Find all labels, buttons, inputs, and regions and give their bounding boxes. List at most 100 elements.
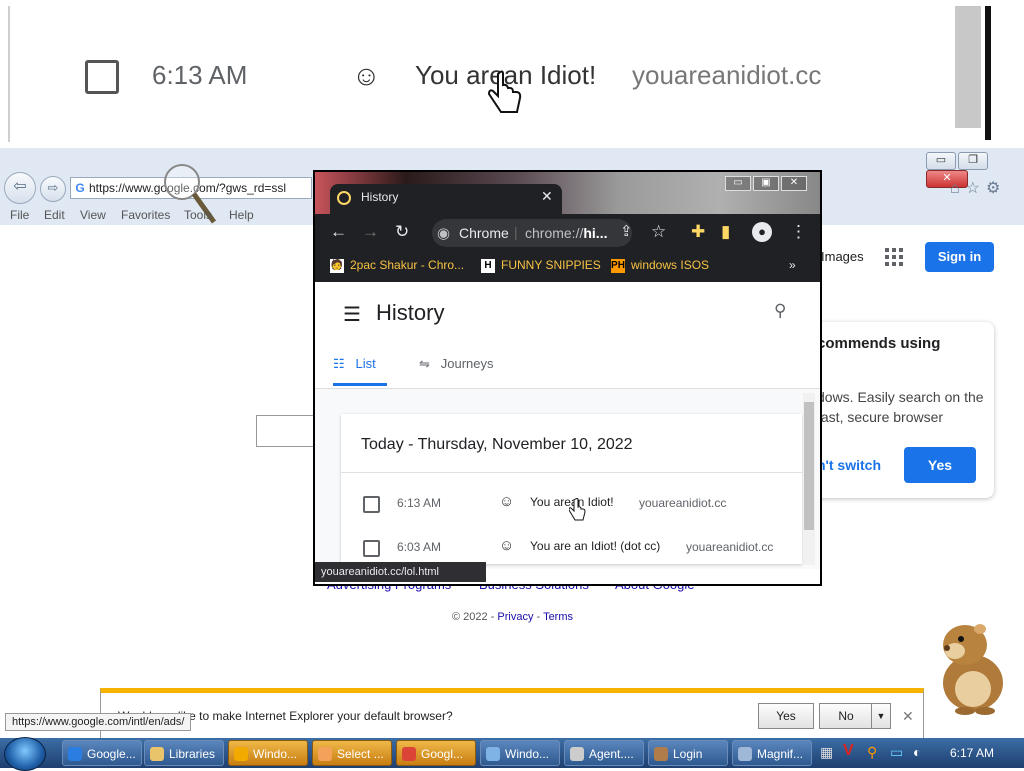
bookmark-2pac[interactable]: 🧑 2pac Shakur - Chro... — [330, 258, 464, 273]
bookmark-icon: H — [481, 258, 495, 273]
menu-edit[interactable]: Edit — [44, 208, 65, 222]
minimize-button[interactable]: ▭ — [926, 152, 956, 170]
taskbar-app-icon — [738, 747, 752, 761]
chrome-close-button[interactable]: ✕ — [781, 176, 807, 191]
tab-title: History — [361, 190, 399, 204]
tab-close-icon[interactable]: ✕ — [541, 188, 553, 205]
magnified-domain: youareanidiot.cc — [632, 60, 822, 90]
taskbar-item-label: Windo... — [253, 747, 298, 761]
bookmark-icon: PH — [611, 258, 625, 273]
chrome-minimize-button[interactable]: ▭ — [725, 176, 751, 191]
taskbar-item[interactable]: Windo... — [228, 740, 308, 766]
restore-button[interactable]: ❐ — [958, 152, 988, 170]
promo-title: commends using — [817, 335, 941, 352]
taskbar-app-icon — [234, 747, 248, 761]
taskbar-app-icon — [486, 747, 500, 761]
volume-icon[interactable]: ◐ — [913, 744, 921, 760]
ie-toolbar-icons: ⌂☆⚙ — [950, 178, 1006, 198]
smiley-favicon-icon: ☺ — [499, 537, 515, 554]
sign-in-button[interactable]: Sign in — [925, 242, 994, 272]
list-icon: ☷ — [333, 356, 345, 371]
history-header — [315, 282, 820, 388]
copyright-text: © 2022 - — [452, 611, 495, 623]
tab-journeys[interactable]: ⇋ Journeys — [419, 356, 494, 372]
row-domain: youareanidiot.cc — [639, 496, 727, 510]
taskbar-item[interactable]: Select ... — [312, 740, 392, 766]
status-url-bubble: youareanidiot.cc/lol.html — [315, 562, 486, 582]
bookmarks-overflow-icon[interactable]: » — [789, 258, 796, 272]
antivirus-icon[interactable]: V — [843, 742, 854, 760]
taskbar-item[interactable]: Googl... — [396, 740, 476, 766]
menu-kebab-icon[interactable]: ⋮ — [790, 222, 807, 242]
row-checkbox[interactable] — [363, 496, 380, 513]
share-icon[interactable]: ⇪ — [620, 222, 633, 240]
promo-yes-button[interactable]: Yes — [904, 447, 976, 483]
taskbar-item[interactable]: Agent.... — [564, 740, 644, 766]
taskbar-item-label: Libraries — [169, 747, 216, 761]
chrome-maximize-button[interactable]: ▣ — [753, 176, 779, 191]
back-icon[interactable]: ← — [330, 222, 347, 242]
menu-favorites[interactable]: Favorites — [121, 208, 170, 222]
bookmark-label: 2pac Shakur - Chro... — [350, 258, 465, 272]
tab-journeys-label: Journeys — [440, 356, 494, 371]
bookmark-label: FUNNY SNIPPIES — [501, 258, 601, 272]
search-input[interactable] — [256, 415, 318, 447]
tab-list-label: List — [355, 356, 376, 371]
forward-icon[interactable]: → — [362, 222, 379, 242]
start-button-icon[interactable] — [4, 737, 46, 771]
images-link[interactable]: Images — [821, 249, 864, 264]
taskbar-item[interactable]: Google... — [62, 740, 142, 766]
clock[interactable]: 6:17 AM — [950, 746, 994, 760]
bookmark-star-icon[interactable]: ☆ — [651, 222, 666, 242]
profile-avatar-icon[interactable]: ● — [752, 222, 772, 242]
extensions-icon[interactable]: ✚ — [691, 222, 705, 242]
bookmark-funny-snippies[interactable]: H FUNNY SNIPPIES — [481, 258, 601, 273]
promo-text: dows. Easily search on the fast, secure … — [817, 389, 984, 425]
yes-button[interactable]: Yes — [758, 703, 814, 729]
side-panel-icon[interactable]: ▮ — [721, 222, 730, 242]
row-checkbox[interactable] — [363, 540, 380, 557]
menu-tools[interactable]: Tools — [184, 208, 212, 222]
taskbar-app-icon — [654, 747, 668, 761]
reload-icon[interactable]: ↻ — [395, 222, 409, 242]
hamburger-menu-icon[interactable]: ☰ — [343, 302, 361, 327]
google-favicon-icon: G — [75, 181, 85, 195]
taskbar-item[interactable]: Magnif... — [732, 740, 812, 766]
tray-app-icon[interactable]: ▦ — [820, 744, 833, 761]
taskbar-item[interactable]: Libraries — [144, 740, 224, 766]
smiley-favicon-icon: ☺ — [499, 493, 515, 510]
privacy-link[interactable]: Privacy — [497, 611, 533, 623]
home-icon[interactable]: ⌂ — [950, 180, 966, 197]
bookmark-label: windows ISOS — [631, 258, 710, 272]
back-icon[interactable]: ⇦ — [4, 172, 36, 204]
forward-icon[interactable]: ⇨ — [40, 176, 66, 202]
apps-grid-icon[interactable] — [885, 248, 903, 266]
favorites-icon[interactable]: ☆ — [966, 180, 986, 197]
magnified-scrollbar — [955, 6, 981, 128]
terms-link[interactable]: Terms — [543, 611, 573, 623]
taskbar-item-label: Select ... — [337, 747, 384, 761]
scrollbar-thumb[interactable] — [804, 402, 814, 530]
menu-view[interactable]: View — [80, 208, 106, 222]
dont-switch-button[interactable]: n't switch — [817, 457, 881, 473]
row-title[interactable]: You are an Idiot! (dot cc) — [530, 539, 660, 553]
bookmark-windows-isos[interactable]: PH windows ISOS — [611, 258, 709, 273]
menu-help[interactable]: Help — [229, 208, 254, 222]
menu-file[interactable]: File — [10, 208, 29, 222]
search-icon[interactable]: ⚲ — [774, 301, 786, 321]
magnified-time: 6:13 AM — [152, 60, 248, 90]
tab-list[interactable]: ☷ List — [333, 356, 376, 372]
magnifier-window: 6:13 AM ☺ You arean Idiot! youareanidiot… — [0, 0, 1024, 151]
no-options-dropdown[interactable]: ▼ — [871, 703, 891, 729]
journeys-icon: ⇋ — [419, 356, 430, 371]
taskbar-item[interactable]: Login — [648, 740, 728, 766]
omnibox-label: Chrome — [459, 225, 509, 241]
gear-icon[interactable]: ⚙ — [986, 180, 1006, 197]
no-button[interactable]: No — [819, 703, 873, 729]
row-domain: youareanidiot.cc — [686, 540, 774, 554]
hamster-agent-icon[interactable] — [925, 615, 1015, 715]
magnifier-tray-icon[interactable]: ⚲ — [867, 744, 877, 761]
taskbar-item[interactable]: Windo... — [480, 740, 560, 766]
close-icon[interactable]: ✕ — [902, 708, 914, 725]
monitor-icon[interactable]: ▭ — [890, 744, 903, 761]
